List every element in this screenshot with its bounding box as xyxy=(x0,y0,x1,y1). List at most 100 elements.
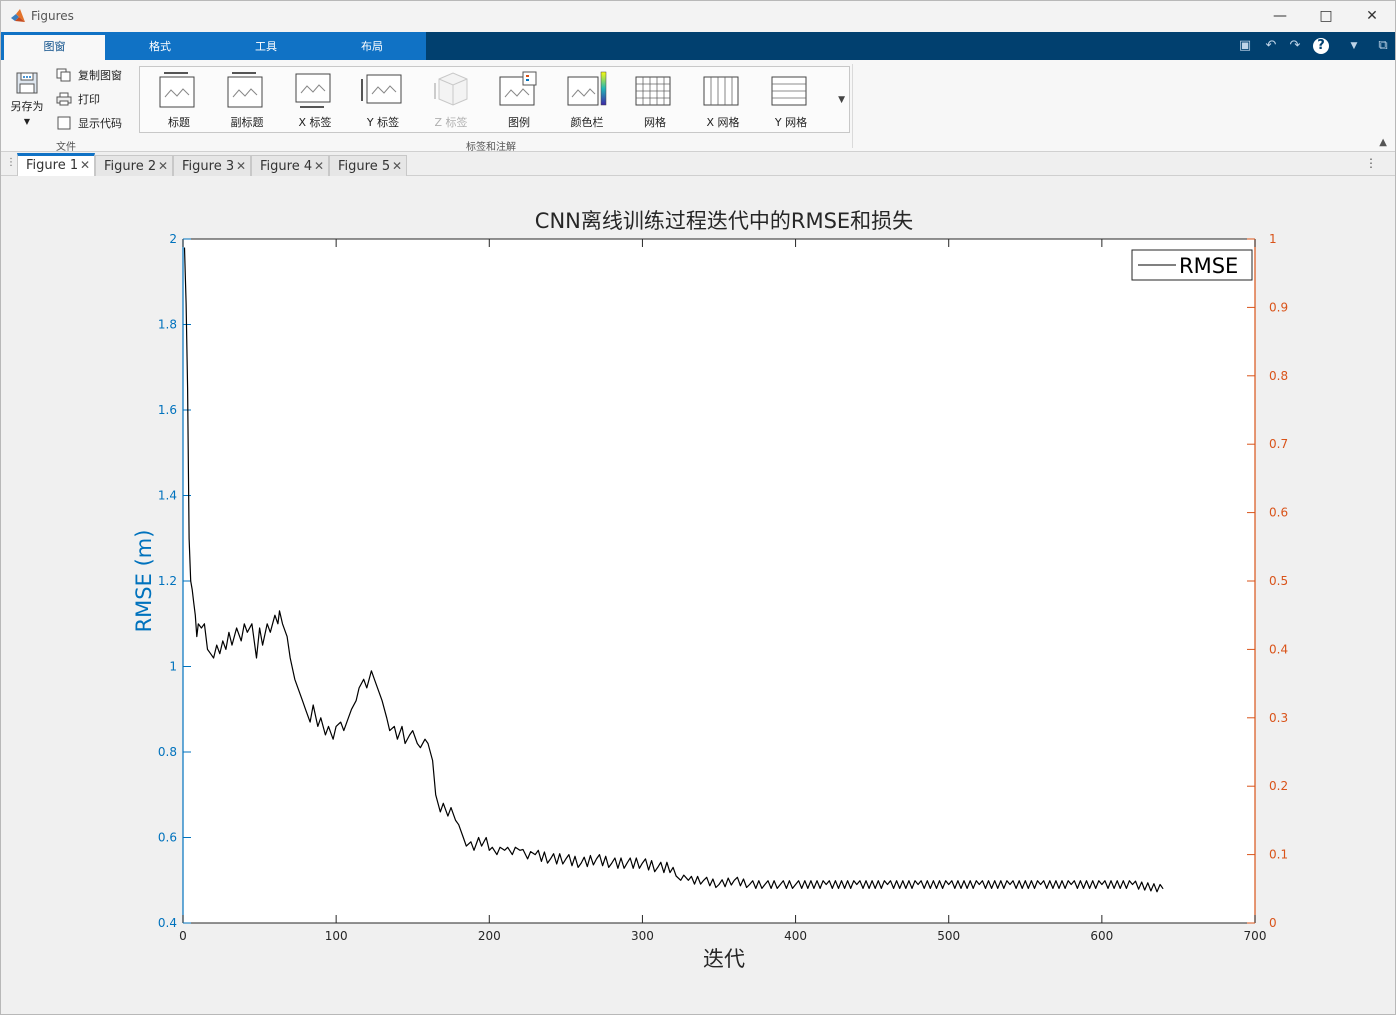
gallery-xlabel-label: X 标签 xyxy=(298,116,332,129)
gallery-ylabel-label: Y 标签 xyxy=(366,116,400,129)
grid-icon xyxy=(635,76,671,106)
show-code-label: 显示代码 xyxy=(78,117,122,130)
gallery-xgrid-button[interactable]: X 网格 xyxy=(693,71,753,129)
y-label-icon xyxy=(361,74,402,104)
x-tick-label: 200 xyxy=(478,929,501,943)
tab-figure-3[interactable]: Figure 3 ✕ xyxy=(173,155,251,176)
gallery-colorbar-label: 颜色栏 xyxy=(570,116,604,129)
figure-canvas: CNN离线训练过程迭代中的RMSE和损失 0 100 200 300 400 500 600… xyxy=(1,176,1395,1014)
gallery-xlabel-button[interactable]: X 标签 xyxy=(285,71,345,129)
tab-figure-5-label: Figure 5 xyxy=(338,159,391,174)
copy-icon xyxy=(56,68,71,82)
chevron-down-icon: ▼ xyxy=(23,117,31,126)
close-icon[interactable]: ✕ xyxy=(1349,1,1395,32)
tab-figure[interactable]: 图窗 xyxy=(4,35,105,61)
x-tick-label: 100 xyxy=(325,929,348,943)
legend[interactable]: RMSE xyxy=(1131,249,1253,281)
undock-icon[interactable]: ⧉ xyxy=(1374,37,1392,55)
y-tick-label: 1.6 xyxy=(158,403,177,417)
copy-figure-button[interactable]: 复制图窗 xyxy=(56,67,122,85)
undo-icon[interactable]: ↶ xyxy=(1262,37,1280,55)
gallery-subtitle-button[interactable]: 副标题 xyxy=(217,71,277,129)
title-bar: Figures — □ ✕ xyxy=(1,1,1395,32)
doc-menu-icon[interactable]: ⋮ xyxy=(6,157,16,168)
help-icon[interactable]: ? xyxy=(1313,38,1329,54)
gallery-zlabel-button[interactable]: Z 标签 xyxy=(421,71,481,129)
close-tab-icon[interactable]: ✕ xyxy=(236,156,246,177)
y-tick-label: 0.6 xyxy=(158,831,177,845)
y2-tick-label: 1 xyxy=(1269,232,1277,246)
save-as-button[interactable]: 另存为 ▼ xyxy=(7,67,47,135)
printer-icon xyxy=(56,92,72,106)
print-button[interactable]: 打印 xyxy=(56,91,100,109)
tab-figure-5[interactable]: Figure 5 ✕ xyxy=(329,155,407,176)
gallery-ylabel-button[interactable]: Y 标签 xyxy=(353,71,413,129)
matlab-logo-icon xyxy=(11,9,25,22)
y-grid-icon xyxy=(771,76,807,106)
ribbon-panel: 另存为 ▼ 复制图窗 打印 显示代码 文件 标题 副标题 X 标签 Y 标签 Z… xyxy=(1,60,1395,153)
subtitle-icon xyxy=(227,72,263,108)
gallery-ygrid-button[interactable]: Y 网格 xyxy=(761,71,821,129)
more-options-icon[interactable]: ⋮ xyxy=(1365,156,1377,170)
tab-figure-2-label: Figure 2 xyxy=(104,159,157,174)
figure-tab-bar: ⋮ Figure 1 ✕ Figure 2 ✕ Figure 3 ✕ Figure 4… xyxy=(1,153,1395,177)
y2-tick-label: 0.6 xyxy=(1269,506,1288,520)
minimize-icon[interactable]: — xyxy=(1257,1,1303,32)
y-axis-label: RMSE (m) xyxy=(132,530,156,633)
legend-icon xyxy=(499,71,537,106)
y2-tick-label: 0.9 xyxy=(1269,300,1288,314)
y-tick-label: 0.8 xyxy=(158,745,177,759)
close-tab-icon[interactable]: ✕ xyxy=(314,156,324,177)
x-tick-label: 700 xyxy=(1244,929,1267,943)
gallery-colorbar-button[interactable]: 颜色栏 xyxy=(557,71,617,129)
gallery-xgrid-label: X 网格 xyxy=(706,116,740,129)
tab-figure-3-label: Figure 3 xyxy=(182,159,235,174)
save-icon[interactable]: ▣ xyxy=(1236,37,1254,55)
gallery-legend-button[interactable]: 图例 xyxy=(489,71,549,129)
gallery-expand-icon[interactable]: ▼ xyxy=(838,95,845,105)
tab-figure-4-label: Figure 4 xyxy=(260,159,313,174)
tab-layout[interactable]: 布局 xyxy=(321,32,423,60)
gallery-grid-label: 网格 xyxy=(644,116,666,129)
x-grid-icon xyxy=(703,76,739,106)
window-title: Figures xyxy=(31,9,74,23)
x-tick-label: 300 xyxy=(631,929,654,943)
chart: CNN离线训练过程迭代中的RMSE和损失 0 100 200 300 400 500 600… xyxy=(132,209,1288,971)
plot-area[interactable] xyxy=(183,239,1255,923)
chart-title: CNN离线训练过程迭代中的RMSE和损失 xyxy=(535,209,913,233)
y2-tick-label: 0.2 xyxy=(1269,779,1288,793)
gallery-title-button[interactable]: 标题 xyxy=(149,71,209,129)
y-tick-label: 1.2 xyxy=(158,574,177,588)
close-tab-icon[interactable]: ✕ xyxy=(392,156,402,177)
gallery-title-label: 标题 xyxy=(168,116,190,129)
copy-figure-label: 复制图窗 xyxy=(78,69,122,82)
tab-tools[interactable]: 工具 xyxy=(215,32,317,60)
y2-tick-label: 0.1 xyxy=(1269,848,1288,862)
y-tick-label: 2 xyxy=(169,232,177,246)
close-tab-icon[interactable]: ✕ xyxy=(80,156,90,175)
print-label: 打印 xyxy=(78,93,100,106)
collapse-ribbon-icon[interactable]: ▲ xyxy=(1379,137,1387,148)
tab-figure-1[interactable]: Figure 1 ✕ xyxy=(17,153,95,177)
quick-access-menu-icon[interactable]: ▼ xyxy=(1345,37,1363,55)
close-tab-icon[interactable]: ✕ xyxy=(158,156,168,177)
tab-format[interactable]: 格式 xyxy=(109,32,211,60)
y-tick-label: 1.8 xyxy=(158,318,177,332)
show-code-checkbox[interactable]: 显示代码 xyxy=(56,115,122,133)
gallery-zlabel-label: Z 标签 xyxy=(434,116,468,129)
maximize-icon[interactable]: □ xyxy=(1303,1,1349,32)
file-group-label: 文件 xyxy=(56,142,76,153)
gallery-grid-button[interactable]: 网格 xyxy=(625,71,685,129)
ribbon-divider xyxy=(852,64,853,148)
tab-figure-2[interactable]: Figure 2 ✕ xyxy=(95,155,173,176)
gallery-legend-label: 图例 xyxy=(508,116,530,129)
tab-figure-1-label: Figure 1 xyxy=(26,158,79,173)
x-tick-label: 500 xyxy=(937,929,960,943)
y2-tick-label: 0.4 xyxy=(1269,642,1288,656)
legend-entry-rmse: RMSE xyxy=(1179,254,1238,278)
y2-tick-label: 0.3 xyxy=(1269,711,1288,725)
y2-tick-label: 0 xyxy=(1269,916,1277,930)
redo-icon[interactable]: ↷ xyxy=(1286,37,1304,55)
tab-figure-4[interactable]: Figure 4 ✕ xyxy=(251,155,329,176)
x-tick-label: 600 xyxy=(1090,929,1113,943)
